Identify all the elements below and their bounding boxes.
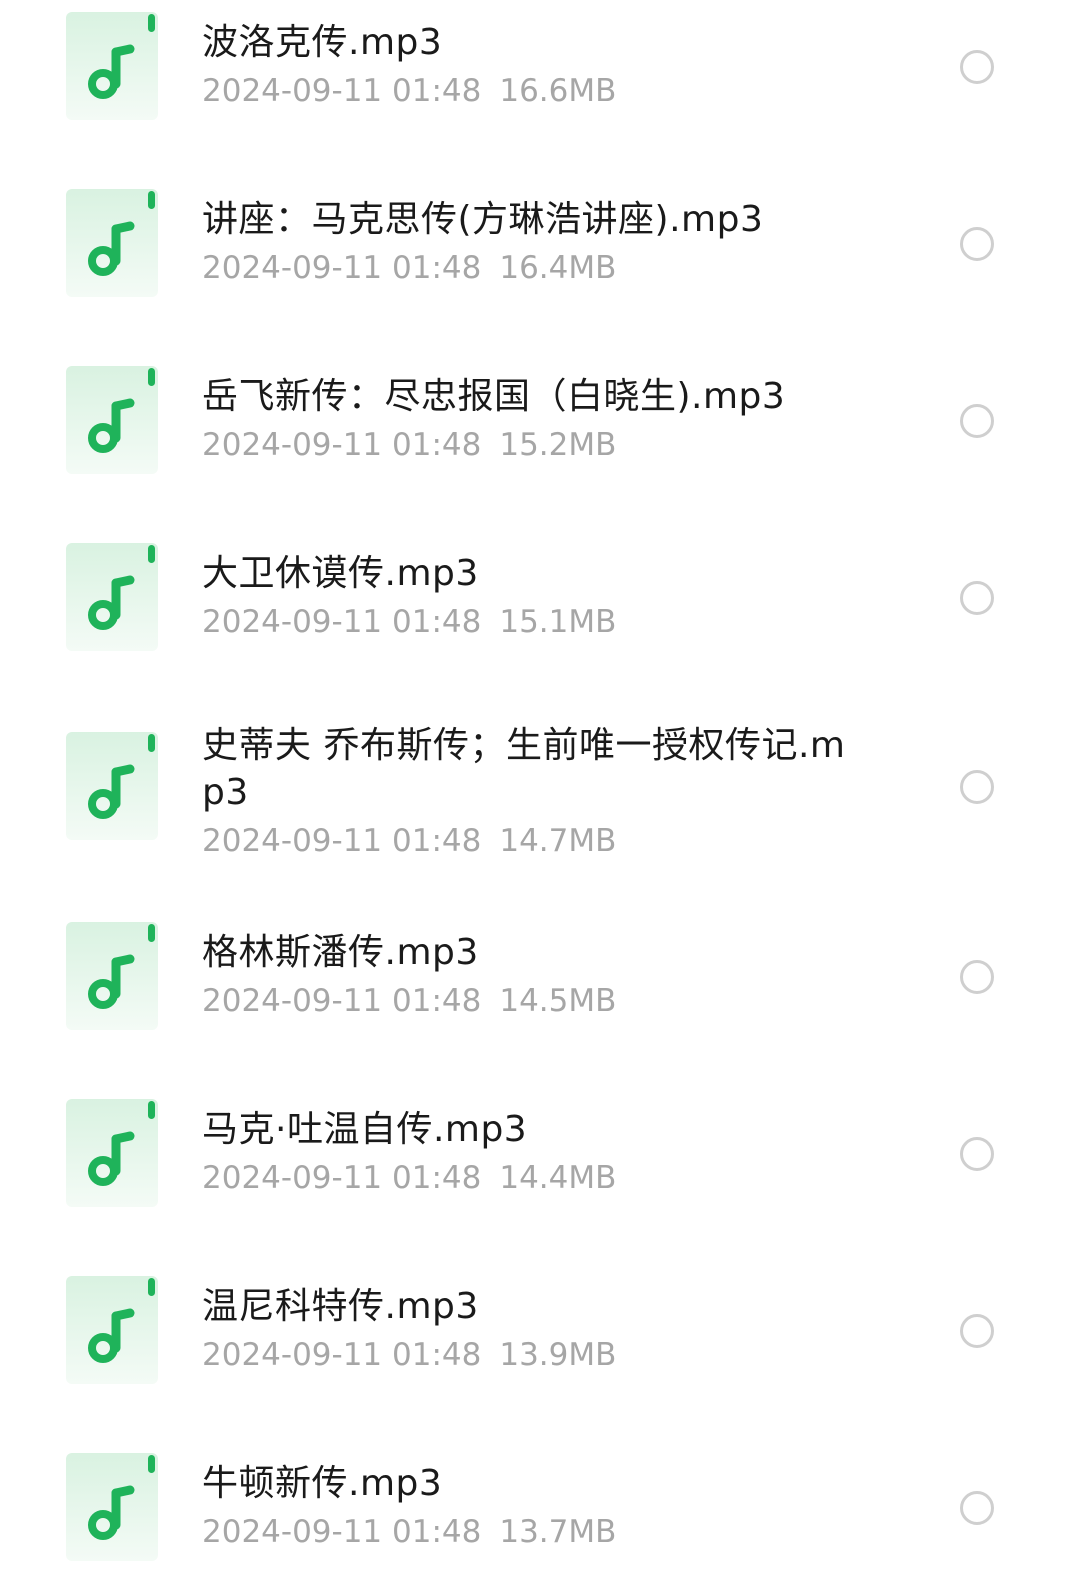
file-date: 2024-09-11 01:48 xyxy=(202,1160,482,1196)
file-size: 16.6MB xyxy=(499,73,617,109)
file-text: 大卫休谟传.mp3 2024-09-11 01:48 15.1MB xyxy=(202,550,882,643)
file-size: 16.4MB xyxy=(499,250,617,286)
select-radio[interactable] xyxy=(960,1137,994,1171)
file-date: 2024-09-11 01:48 xyxy=(202,73,482,109)
select-radio[interactable] xyxy=(960,770,994,804)
file-size: 14.5MB xyxy=(499,983,617,1019)
file-name: 史蒂夫 乔布斯传；生前唯一授权传记.mp3 xyxy=(202,725,846,813)
file-name: 波洛克传.mp3 xyxy=(202,22,443,63)
select-radio[interactable] xyxy=(960,227,994,261)
file-text: 牛顿新传.mp3 2024-09-11 01:48 13.7MB xyxy=(202,1460,882,1553)
file-meta: 2024-09-11 01:48 14.5MB xyxy=(202,980,882,1022)
file-date: 2024-09-11 01:48 xyxy=(202,604,482,640)
file-date: 2024-09-11 01:48 xyxy=(202,823,482,859)
file-meta: 2024-09-11 01:48 15.2MB xyxy=(202,424,882,466)
file-name: 马克·吐温自传.mp3 xyxy=(202,1109,528,1150)
file-meta: 2024-09-11 01:48 15.1MB xyxy=(202,601,882,643)
select-radio[interactable] xyxy=(960,404,994,438)
file-meta: 2024-09-11 01:48 13.7MB xyxy=(202,1511,882,1553)
file-size: 14.4MB xyxy=(499,1160,617,1196)
file-date: 2024-09-11 01:48 xyxy=(202,983,482,1019)
file-name: 大卫休谟传.mp3 xyxy=(202,553,479,594)
file-meta: 2024-09-11 01:48 14.7MB xyxy=(202,820,882,862)
file-name: 讲座：马克思传(方琳浩讲座).mp3 xyxy=(202,199,764,240)
file-meta: 2024-09-11 01:48 13.9MB xyxy=(202,1334,882,1376)
music-file-icon xyxy=(66,189,158,297)
file-text: 讲座：马克思传(方琳浩讲座).mp3 2024-09-11 01:48 16.4M… xyxy=(202,196,882,289)
file-date: 2024-09-11 01:48 xyxy=(202,1514,482,1550)
music-file-icon xyxy=(66,1453,158,1561)
file-size: 13.7MB xyxy=(499,1514,617,1550)
file-name: 格林斯潘传.mp3 xyxy=(202,932,479,973)
file-name: 岳飞新传：尽忠报国（白晓生).mp3 xyxy=(202,376,786,417)
file-size: 13.9MB xyxy=(499,1337,617,1373)
music-file-icon xyxy=(66,1276,158,1384)
file-size: 15.2MB xyxy=(499,427,617,463)
music-file-icon xyxy=(66,543,158,651)
file-text: 史蒂夫 乔布斯传；生前唯一授权传记.mp3 2024-09-11 01:48 14… xyxy=(202,722,882,862)
select-radio[interactable] xyxy=(960,1491,994,1525)
file-text: 温尼科特传.mp3 2024-09-11 01:48 13.9MB xyxy=(202,1283,882,1376)
music-file-icon xyxy=(66,922,158,1030)
file-date: 2024-09-11 01:48 xyxy=(202,250,482,286)
select-radio[interactable] xyxy=(960,50,994,84)
file-date: 2024-09-11 01:48 xyxy=(202,427,482,463)
file-name: 温尼科特传.mp3 xyxy=(202,1286,479,1327)
file-date: 2024-09-11 01:48 xyxy=(202,1337,482,1373)
file-name: 牛顿新传.mp3 xyxy=(202,1463,443,1504)
file-size: 14.7MB xyxy=(499,823,617,859)
music-file-icon xyxy=(66,732,158,840)
file-text: 格林斯潘传.mp3 2024-09-11 01:48 14.5MB xyxy=(202,929,882,1022)
file-text: 岳飞新传：尽忠报国（白晓生).mp3 2024-09-11 01:48 15.2M… xyxy=(202,373,882,466)
file-text: 马克·吐温自传.mp3 2024-09-11 01:48 14.4MB xyxy=(202,1106,882,1199)
file-size: 15.1MB xyxy=(499,604,617,640)
music-file-icon xyxy=(66,12,158,120)
music-file-icon xyxy=(66,366,158,474)
file-meta: 2024-09-11 01:48 16.4MB xyxy=(202,247,882,289)
file-text: 波洛克传.mp3 2024-09-11 01:48 16.6MB xyxy=(202,19,882,112)
file-list: 波洛克传.mp3 2024-09-11 01:48 16.6MB 讲座：马克思传(… xyxy=(0,0,1080,1592)
select-radio[interactable] xyxy=(960,581,994,615)
select-radio[interactable] xyxy=(960,960,994,994)
file-meta: 2024-09-11 01:48 16.6MB xyxy=(202,70,882,112)
music-file-icon xyxy=(66,1099,158,1207)
select-radio[interactable] xyxy=(960,1314,994,1348)
file-meta: 2024-09-11 01:48 14.4MB xyxy=(202,1157,882,1199)
